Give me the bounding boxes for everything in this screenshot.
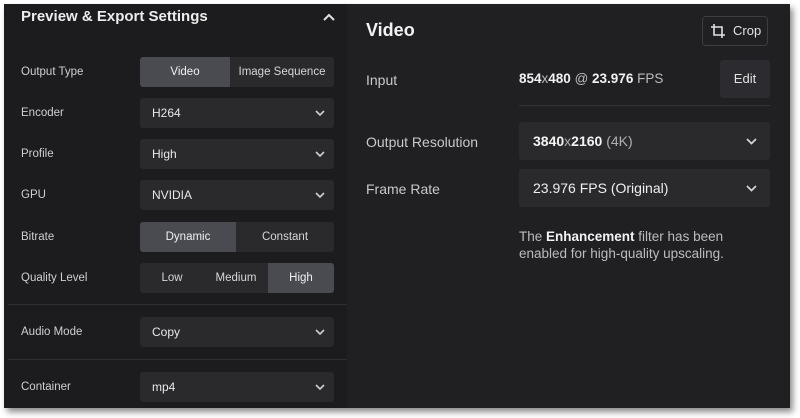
input-fps-unit: FPS [633, 71, 664, 86]
panel-title: Preview & Export Settings [21, 8, 208, 25]
crop-icon [711, 24, 725, 38]
container-select[interactable]: mp4 [140, 372, 334, 402]
video-panel: Video Crop Input 854x480 @ 23.976 FPS Ed… [347, 4, 790, 408]
quality-high[interactable]: High [268, 263, 334, 293]
profile-select[interactable]: High [140, 139, 334, 169]
output-type-image-sequence[interactable]: Image Sequence [230, 57, 334, 87]
audio-mode-select[interactable]: Copy [140, 317, 334, 347]
input-value: 854x480 @ 23.976 FPS [519, 71, 663, 86]
audio-mode-value: Copy [152, 325, 181, 339]
chevron-down-icon [315, 151, 325, 158]
bitrate-dynamic[interactable]: Dynamic [140, 222, 236, 252]
output-width: 3840 [533, 133, 565, 149]
chevron-down-icon [315, 110, 325, 117]
profile-label: Profile [21, 148, 54, 160]
input-label: Input [366, 72, 398, 88]
encoder-value: H264 [152, 106, 181, 120]
bitrate-label: Bitrate [21, 231, 55, 243]
preview-export-settings-panel: Preview & Export Settings Output Type Vi… [4, 4, 347, 408]
container-value: mp4 [152, 380, 176, 394]
bitrate-toggle: Dynamic Constant [140, 222, 334, 252]
quality-low[interactable]: Low [140, 263, 204, 293]
input-width: 854 [519, 71, 542, 86]
section-divider [8, 304, 347, 305]
input-height: 480 [548, 71, 571, 86]
output-type-video[interactable]: Video [140, 57, 230, 87]
quality-level-toggle: Low Medium High [140, 263, 334, 293]
gpu-select[interactable]: NVIDIA [140, 180, 334, 210]
profile-value: High [152, 147, 177, 161]
gpu-label: GPU [21, 189, 46, 201]
input-at: @ [570, 71, 593, 86]
chevron-down-icon [746, 138, 757, 145]
gpu-value: NVIDIA [152, 188, 193, 202]
chevron-down-icon [315, 192, 325, 199]
audio-mode-label: Audio Mode [21, 326, 83, 338]
section-divider [8, 359, 347, 360]
output-type-toggle: Video Image Sequence [140, 57, 334, 87]
frame-rate-label: Frame Rate [366, 181, 440, 197]
output-height: 2160 [571, 133, 603, 149]
bitrate-constant[interactable]: Constant [236, 222, 334, 252]
edit-button[interactable]: Edit [720, 60, 770, 98]
container-label: Container [21, 381, 71, 393]
frame-rate-value: 23.976 FPS (Original) [533, 180, 669, 196]
video-section-title: Video [366, 20, 415, 40]
section-divider [519, 105, 770, 106]
output-resolution-select[interactable]: 3840x2160 (4K) [519, 122, 770, 160]
notice-prefix: The [519, 229, 547, 244]
output-resolution-label: Output Resolution [366, 134, 479, 150]
input-fps: 23.976 [592, 71, 634, 86]
enhancement-notice: The Enhancement filter has been enabled … [519, 228, 759, 262]
notice-enhancement: Enhancement [546, 229, 635, 244]
crop-button-label: Crop [733, 23, 762, 38]
encoder-label: Encoder [21, 107, 64, 119]
chevron-down-icon [315, 329, 325, 336]
quality-level-label: Quality Level [21, 272, 88, 284]
crop-button[interactable]: Crop [702, 16, 768, 46]
output-type-label: Output Type [21, 66, 84, 78]
encoder-select[interactable]: H264 [140, 98, 334, 128]
chevron-down-icon [746, 185, 757, 192]
chevron-up-icon[interactable] [321, 10, 337, 26]
frame-rate-select[interactable]: 23.976 FPS (Original) [519, 169, 770, 207]
output-resolution-tag: (4K) [602, 133, 633, 149]
chevron-down-icon [315, 384, 325, 391]
export-settings-window: Preview & Export Settings Output Type Vi… [4, 4, 790, 408]
quality-medium[interactable]: Medium [204, 263, 268, 293]
